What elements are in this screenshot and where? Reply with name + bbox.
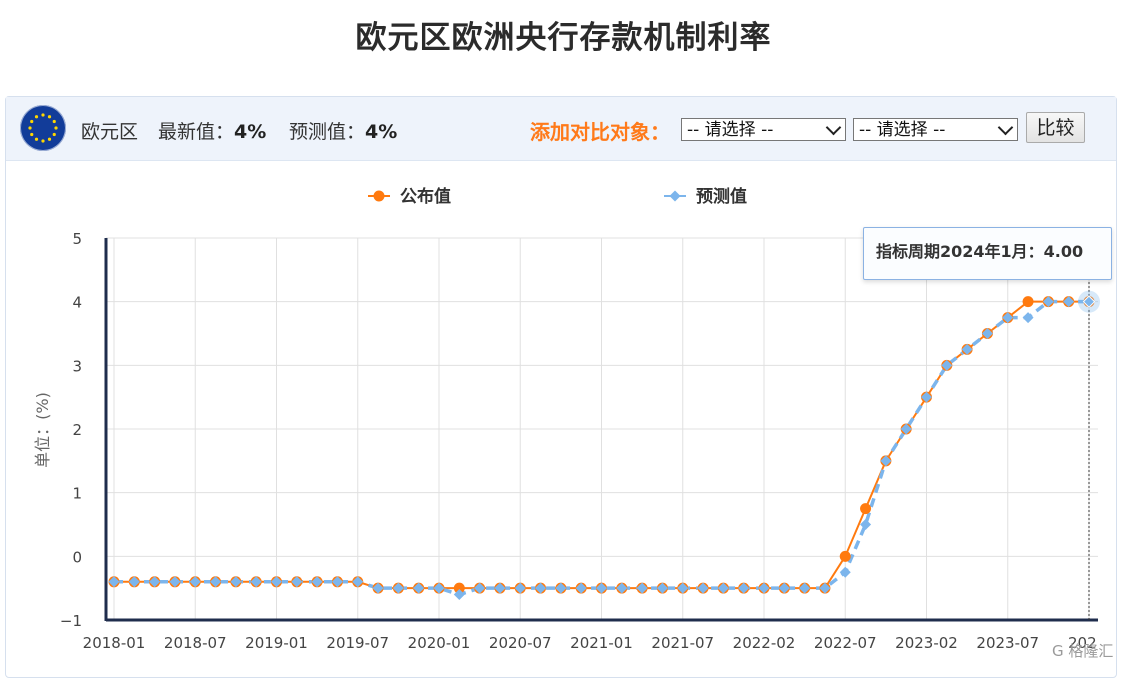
compare-button[interactable]: 比较 [1026, 112, 1085, 143]
y-tick-label: −1 [60, 612, 82, 630]
y-tick-label: 0 [72, 548, 82, 566]
flag-star [52, 119, 56, 124]
data-point-forecast [860, 519, 872, 530]
watermark: G 格隆汇 [1052, 642, 1114, 660]
chart-tooltip: 指标周期2024年1月：4.00 [863, 227, 1112, 280]
data-point-published [839, 550, 851, 562]
flag-star [41, 113, 45, 117]
toolbar: 欧元区 最新值：4% 预测值：4% 添加对比对象： -- 请选择 -- -- 请… [6, 97, 1116, 161]
add-comparison-label: 添加对比对象： [530, 120, 670, 144]
forecast-value-label: 预测值：4% [289, 121, 398, 143]
latest-value-label: 最新值：4% [158, 121, 267, 143]
y-tick-label: 3 [72, 357, 82, 375]
x-tick-label: 2019-01 [245, 634, 308, 652]
x-tick-label: 2019-07 [326, 634, 389, 652]
x-tick-label: 2018-07 [164, 634, 227, 652]
x-tick-label: 2020-01 [408, 634, 471, 652]
flag-star [41, 139, 45, 143]
x-tick-label: 2022-02 [733, 634, 796, 652]
flag-star [34, 137, 39, 141]
flag-star [34, 115, 39, 119]
flag-star [30, 119, 34, 124]
data-point-published [860, 503, 872, 515]
y-tick-label: 1 [72, 485, 82, 503]
eu-flag-icon [20, 105, 66, 151]
legend-marker-forecast [669, 190, 681, 202]
y-tick-label: 4 [72, 294, 82, 312]
data-point-forecast [839, 566, 851, 578]
legend-marker-published [373, 190, 385, 202]
x-tick-label: 2020-07 [489, 634, 552, 652]
legend-label-forecast: 预测值 [696, 186, 747, 207]
x-tick-label: 2023-02 [895, 634, 958, 652]
y-axis-title: 单位：(%) [33, 392, 52, 468]
y-tick-label: 2 [72, 421, 82, 439]
x-tick-label: 2021-07 [651, 634, 714, 652]
forecast-value: 4% [365, 121, 398, 143]
data-point-forecast [1022, 312, 1034, 324]
y-tick-label: 5 [72, 230, 82, 248]
x-tick-label: 2022-07 [814, 634, 877, 652]
comparison-select-1[interactable]: -- 请选择 -- [681, 118, 846, 141]
chevron-down-icon [825, 119, 842, 136]
flag-star [47, 137, 52, 141]
flag-star [54, 126, 58, 130]
x-tick-label: 2023-07 [976, 634, 1039, 652]
latest-value: 4% [234, 121, 267, 143]
data-point-published [1022, 296, 1034, 308]
x-tick-label: 2018-01 [83, 634, 146, 652]
legend-label-published: 公布值 [400, 186, 451, 207]
comparison-select-2[interactable]: -- 请选择 -- [853, 118, 1018, 141]
x-tick-label: 2021-01 [570, 634, 633, 652]
flag-star [52, 132, 56, 137]
flag-star [47, 115, 52, 119]
region-label: 欧元区 [81, 121, 139, 143]
flag-star [28, 126, 32, 130]
chevron-down-icon [997, 119, 1014, 136]
flag-star [30, 132, 34, 137]
